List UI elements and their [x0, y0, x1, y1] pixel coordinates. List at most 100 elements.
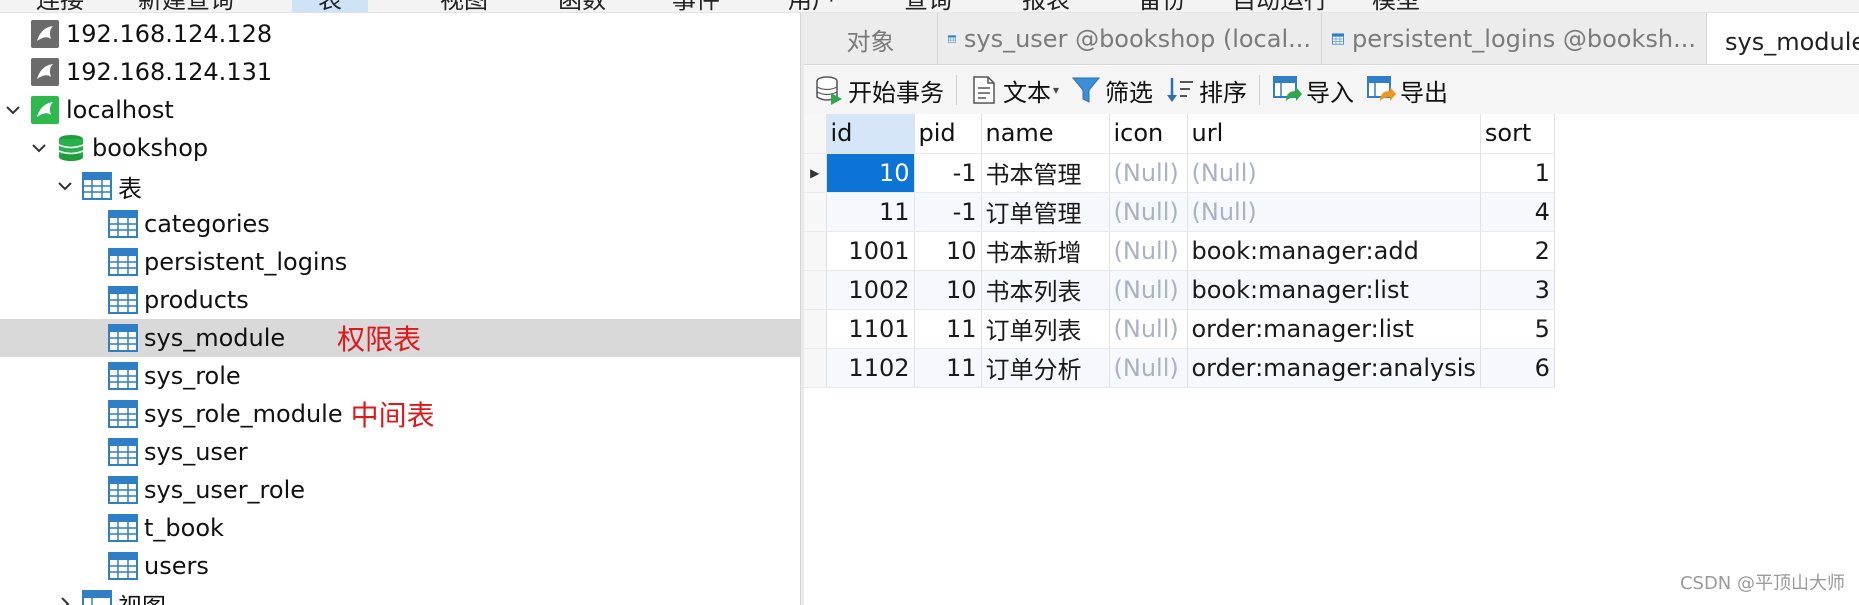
cell-id[interactable]: 11: [826, 192, 915, 232]
cell-sort[interactable]: 1: [1480, 153, 1555, 193]
cell-icon[interactable]: (Null): [1109, 348, 1188, 388]
menu-automation[interactable]: 自动运行: [1232, 0, 1328, 12]
column-header-pid[interactable]: pid: [914, 114, 982, 154]
cell-icon[interactable]: (Null): [1109, 231, 1188, 271]
cell-url[interactable]: book:manager:add: [1187, 231, 1481, 271]
cell-url[interactable]: (Null): [1187, 153, 1481, 193]
table-row[interactable]: 1001 10 书本新增 (Null) book:manager:add 2: [804, 231, 1555, 271]
menu-model[interactable]: 模型: [1372, 0, 1420, 12]
cell-id[interactable]: 10: [826, 153, 915, 193]
filter-label: 筛选: [1105, 78, 1154, 107]
table-row[interactable]: ▶ 10 -1 书本管理 (Null) (Null) 1: [804, 153, 1555, 193]
cell-url[interactable]: order:manager:list: [1187, 309, 1481, 349]
cell-name[interactable]: 订单管理: [981, 192, 1110, 232]
table-row[interactable]: 11 -1 订单管理 (Null) (Null) 4: [804, 192, 1555, 232]
cell-sort[interactable]: 2: [1480, 231, 1555, 271]
tree-label: users: [144, 552, 209, 580]
menu-backup[interactable]: 备份: [1138, 0, 1186, 12]
menu-user[interactable]: 用户: [788, 0, 836, 12]
cell-pid[interactable]: 11: [914, 309, 982, 349]
navicat-window: 连接 新建查询 表 视图 函数 事件 用户 查询 报表 备份 自动运行 模型 1…: [0, 0, 1859, 605]
table-row[interactable]: 1102 11 订单分析 (Null) order:manager:analys…: [804, 348, 1555, 388]
cell-pid[interactable]: 11: [914, 348, 982, 388]
tree-table-sys-user-role[interactable]: sys_user_role: [0, 471, 800, 509]
tree-table-sys-role[interactable]: sys_role: [0, 357, 800, 395]
cell-sort[interactable]: 5: [1480, 309, 1555, 349]
cell-icon[interactable]: (Null): [1109, 192, 1188, 232]
cell-icon[interactable]: (Null): [1109, 309, 1188, 349]
tree-connection-localhost[interactable]: localhost: [0, 91, 800, 129]
cell-id[interactable]: 1101: [826, 309, 915, 349]
column-header-url[interactable]: url: [1187, 114, 1481, 154]
tree-group-tables[interactable]: 表: [0, 167, 800, 205]
data-grid: id pid name icon url sort ▶ 10 -1 书本管理 (…: [804, 114, 1555, 388]
cell-name[interactable]: 书本新增: [981, 231, 1110, 271]
cell-url[interactable]: (Null): [1187, 192, 1481, 232]
tree-connection-131[interactable]: 192.168.124.131: [0, 53, 800, 91]
column-header-icon[interactable]: icon: [1109, 114, 1188, 154]
cell-pid[interactable]: 10: [914, 270, 982, 310]
tree-table-categories[interactable]: categories: [0, 205, 800, 243]
cell-sort[interactable]: 3: [1480, 270, 1555, 310]
cell-sort[interactable]: 4: [1480, 192, 1555, 232]
cell-name[interactable]: 书本列表: [981, 270, 1110, 310]
cell-url[interactable]: order:manager:analysis: [1187, 348, 1481, 388]
text-view-label: 文本: [1003, 78, 1051, 107]
table-row[interactable]: 1101 11 订单列表 (Null) order:manager:list 5: [804, 309, 1555, 349]
tab-sys-module[interactable]: sys_module @bookshop (localhost) - 表: [1707, 13, 1859, 64]
menu-view[interactable]: 视图: [440, 0, 488, 12]
tree-connection-128[interactable]: 192.168.124.128: [0, 15, 800, 53]
row-indicator-header: [804, 114, 827, 154]
tree-group-views[interactable]: 视图: [0, 585, 800, 605]
cell-name[interactable]: 书本管理: [981, 153, 1110, 193]
cell-pid[interactable]: 10: [914, 231, 982, 271]
chevron-right-icon[interactable]: [54, 593, 76, 605]
tab-objects[interactable]: 对象: [804, 13, 938, 64]
column-header-id[interactable]: id: [826, 114, 915, 154]
menu-connect[interactable]: 连接: [36, 0, 84, 12]
tree-table-persistent-logins[interactable]: persistent_logins: [0, 243, 800, 281]
filter-button[interactable]: 筛选: [1065, 68, 1159, 112]
cell-id[interactable]: 1102: [826, 348, 915, 388]
tree-table-sys-user[interactable]: sys_user: [0, 433, 800, 471]
menu-table[interactable]: 表: [292, 0, 368, 12]
current-row-marker-icon: ▶: [804, 153, 827, 193]
export-button[interactable]: 导出: [1360, 68, 1454, 112]
tree-label: products: [144, 286, 249, 314]
cell-url[interactable]: book:manager:list: [1187, 270, 1481, 310]
tree-table-t-book[interactable]: t_book: [0, 509, 800, 547]
column-header-name[interactable]: name: [981, 114, 1110, 154]
begin-transaction-button[interactable]: 开始事务: [808, 68, 950, 112]
cell-pid[interactable]: -1: [914, 192, 982, 232]
table-icon: [108, 514, 138, 542]
cell-name[interactable]: 订单分析: [981, 348, 1110, 388]
table-row[interactable]: 1002 10 书本列表 (Null) book:manager:list 3: [804, 270, 1555, 310]
menu-query[interactable]: 查询: [904, 0, 952, 12]
cell-name[interactable]: 订单列表: [981, 309, 1110, 349]
tree-table-sys-module[interactable]: sys_module 权限表: [0, 319, 800, 357]
chevron-down-icon[interactable]: [28, 137, 50, 159]
sort-button[interactable]: 排序: [1159, 68, 1253, 112]
cell-id[interactable]: 1002: [826, 270, 915, 310]
table-icon: [108, 210, 138, 238]
tree-database-bookshop[interactable]: bookshop: [0, 129, 800, 167]
menu-event[interactable]: 事件: [672, 0, 720, 12]
import-button[interactable]: 导入: [1266, 68, 1360, 112]
tab-persistent-logins[interactable]: persistent_logins @booksh...: [1322, 13, 1707, 64]
tree-table-products[interactable]: products: [0, 281, 800, 319]
tree-table-users[interactable]: users: [0, 547, 800, 585]
chevron-down-icon[interactable]: [2, 99, 24, 121]
chevron-down-icon[interactable]: [54, 175, 76, 197]
column-header-sort[interactable]: sort: [1480, 114, 1555, 154]
menu-report[interactable]: 报表: [1022, 0, 1070, 12]
cell-icon[interactable]: (Null): [1109, 153, 1188, 193]
cell-pid[interactable]: -1: [914, 153, 982, 193]
tab-sys-user[interactable]: sys_user @bookshop (local...: [938, 13, 1322, 64]
cell-icon[interactable]: (Null): [1109, 270, 1188, 310]
cell-id[interactable]: 1001: [826, 231, 915, 271]
text-view-button[interactable]: 文本 ▾: [963, 68, 1065, 112]
menu-function[interactable]: 函数: [558, 0, 606, 12]
tree-table-sys-role-module[interactable]: sys_role_module 中间表: [0, 395, 800, 433]
cell-sort[interactable]: 6: [1480, 348, 1555, 388]
menu-new-query[interactable]: 新建查询: [138, 0, 234, 12]
